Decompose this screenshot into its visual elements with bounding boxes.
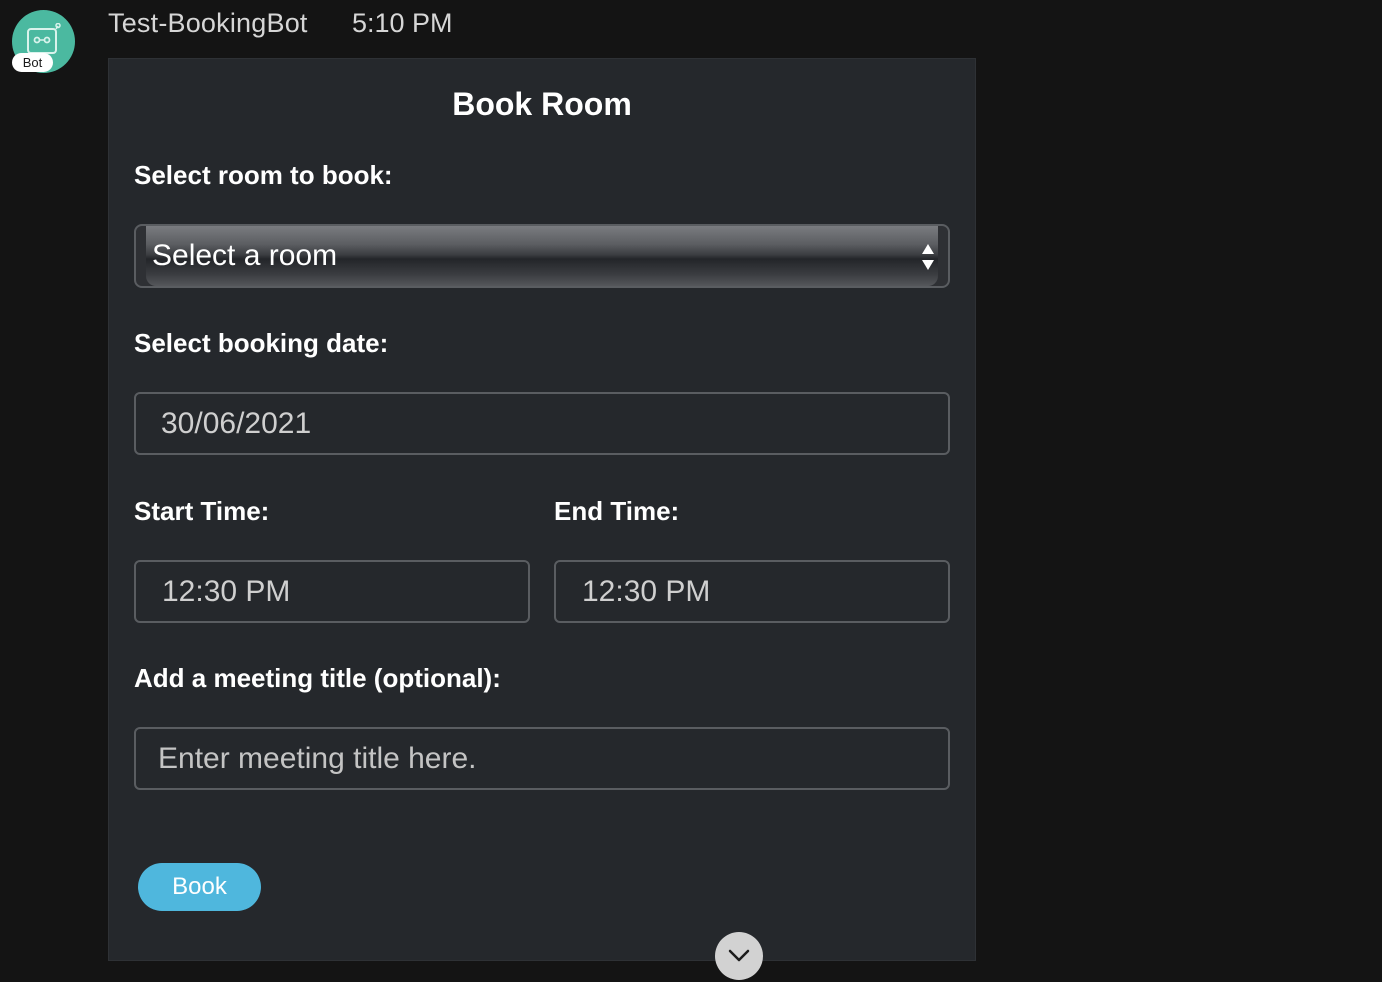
end-time-label: End Time:: [554, 496, 680, 526]
meeting-title-input[interactable]: Enter meeting title here.: [134, 727, 950, 790]
room-select[interactable]: Select a room: [134, 224, 950, 288]
date-input[interactable]: 30/06/2021: [134, 392, 950, 455]
room-label: Select room to book:: [134, 160, 393, 190]
robot-icon: [27, 23, 61, 54]
end-time-value: 12:30 PM: [582, 575, 711, 608]
date-label: Select booking date:: [134, 328, 389, 358]
sender-name[interactable]: Test-BookingBot: [108, 8, 308, 39]
start-time-value: 12:30 PM: [162, 575, 291, 608]
updown-arrows-icon: [922, 244, 934, 270]
bot-badge: Bot: [12, 53, 53, 72]
date-value: 30/06/2021: [161, 407, 312, 440]
room-select-value: Select a room: [152, 239, 338, 272]
start-time-input[interactable]: 12:30 PM: [134, 560, 530, 623]
chevron-down-icon: [728, 949, 750, 962]
message-timestamp: 5:10 PM: [352, 8, 453, 38]
end-time-input[interactable]: 12:30 PM: [554, 560, 950, 623]
meeting-title-placeholder: Enter meeting title here.: [158, 742, 477, 775]
book-button[interactable]: Book: [138, 863, 261, 911]
start-time-label: Start Time:: [134, 496, 270, 526]
card-title: Book Room: [452, 86, 632, 122]
scroll-down-button[interactable]: [715, 932, 763, 980]
meeting-title-label: Add a meeting title (optional):: [134, 663, 501, 693]
